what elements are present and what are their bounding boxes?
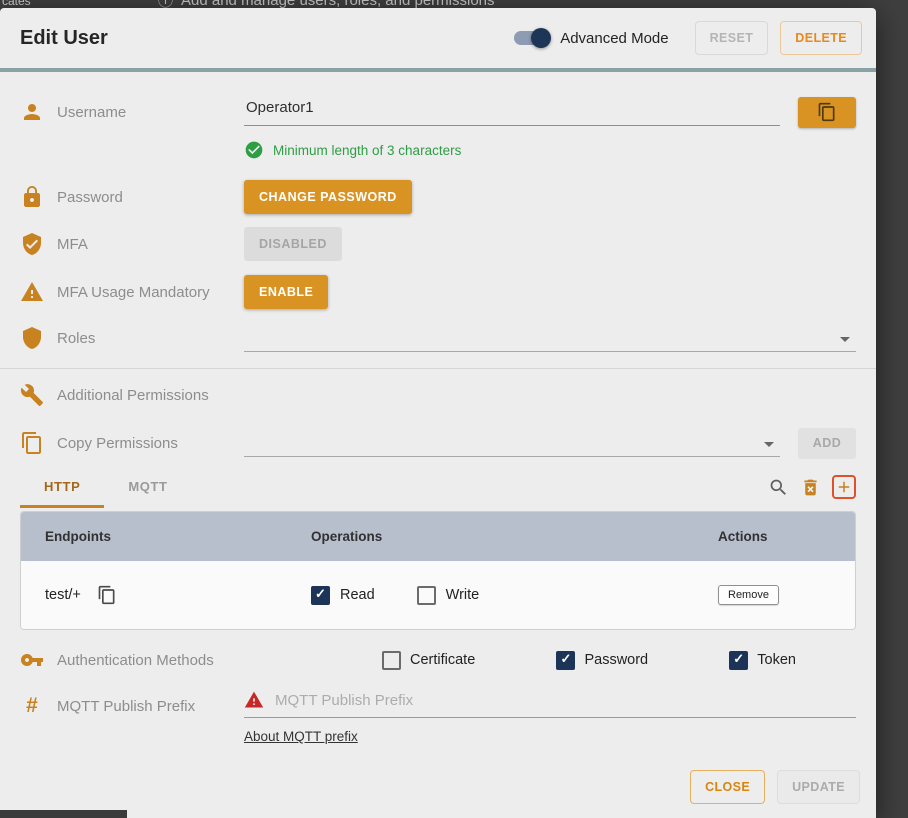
mfa-mandatory-row: MFA Usage Mandatory ENABLE bbox=[20, 276, 856, 308]
mqtt-prefix-input[interactable] bbox=[273, 691, 856, 710]
background-corner bbox=[0, 810, 127, 818]
endpoint-value: test/+ bbox=[45, 587, 81, 603]
username-input[interactable] bbox=[244, 99, 780, 126]
section-divider bbox=[0, 368, 876, 369]
copy-permissions-label: Copy Permissions bbox=[57, 435, 178, 452]
chevron-down-icon bbox=[764, 442, 774, 447]
remove-endpoint-button[interactable]: Remove bbox=[718, 585, 779, 605]
password-row: Password CHANGE PASSWORD bbox=[20, 180, 856, 214]
additional-permissions-row: Additional Permissions bbox=[20, 381, 856, 409]
additional-permissions-label: Additional Permissions bbox=[57, 387, 209, 404]
delete-permissions-button[interactable] bbox=[800, 477, 821, 498]
add-permission-button: ADD bbox=[798, 428, 856, 459]
operations-column-header: Operations bbox=[311, 529, 718, 544]
hash-icon: # bbox=[20, 694, 44, 718]
about-mqtt-prefix-link[interactable]: About MQTT prefix bbox=[244, 729, 358, 744]
username-validation-text: Minimum length of 3 characters bbox=[273, 143, 461, 158]
write-label: Write bbox=[446, 587, 480, 603]
warning-icon bbox=[20, 280, 44, 304]
search-permissions-button[interactable] bbox=[768, 477, 789, 498]
mfa-mandatory-label: MFA Usage Mandatory bbox=[57, 284, 210, 301]
certificate-checkbox[interactable] bbox=[382, 651, 401, 670]
username-validation-row: Minimum length of 3 characters bbox=[20, 140, 856, 160]
lock-icon bbox=[20, 185, 44, 209]
dialog-title: Edit User bbox=[20, 27, 108, 50]
mfa-row: MFA DISABLED bbox=[20, 228, 856, 260]
copy-username-button[interactable] bbox=[798, 97, 856, 128]
check-circle-icon bbox=[244, 140, 264, 160]
wrench-icon bbox=[20, 383, 44, 407]
roles-select[interactable] bbox=[244, 325, 856, 352]
password-label: Password bbox=[57, 189, 123, 206]
mfa-enable-button[interactable]: ENABLE bbox=[244, 275, 328, 309]
advanced-mode-label: Advanced Mode bbox=[560, 30, 668, 47]
table-row: test/+ Read Write Remove bbox=[21, 561, 855, 629]
table-header-row: Endpoints Operations Actions bbox=[21, 512, 855, 561]
write-checkbox[interactable] bbox=[417, 586, 436, 605]
endpoints-column-header: Endpoints bbox=[21, 529, 311, 544]
actions-column-header: Actions bbox=[718, 529, 855, 544]
copy-permissions-row: Copy Permissions ADD bbox=[20, 427, 856, 459]
endpoints-table: Endpoints Operations Actions test/+ Read… bbox=[20, 511, 856, 630]
info-icon: ⓘ bbox=[158, 0, 173, 8]
roles-label: Roles bbox=[57, 330, 95, 347]
tab-http[interactable]: HTTP bbox=[20, 467, 104, 508]
plus-icon bbox=[835, 478, 853, 496]
person-icon bbox=[20, 100, 44, 124]
permissions-tabs: HTTP MQTT bbox=[20, 467, 856, 507]
background-subtitle: ⓘ Add and manage users, roles, and permi… bbox=[158, 0, 495, 8]
password-method-label: Password bbox=[584, 652, 648, 668]
token-checkbox[interactable] bbox=[729, 651, 748, 670]
dialog-footer: CLOSE UPDATE bbox=[0, 756, 876, 818]
background-partial-text: cates bbox=[2, 0, 31, 8]
change-password-button[interactable]: CHANGE PASSWORD bbox=[244, 180, 412, 214]
roles-row: Roles bbox=[20, 324, 856, 352]
search-icon bbox=[768, 477, 789, 498]
read-label: Read bbox=[340, 587, 375, 603]
edit-user-dialog: Edit User Advanced Mode RESET DELETE Use… bbox=[0, 8, 876, 818]
tab-mqtt[interactable]: MQTT bbox=[104, 467, 191, 508]
read-checkbox[interactable] bbox=[311, 586, 330, 605]
trash-icon bbox=[800, 477, 821, 498]
copy-permissions-select[interactable] bbox=[244, 430, 780, 457]
mfa-status-button: DISABLED bbox=[244, 227, 342, 261]
copy-endpoint-icon[interactable] bbox=[97, 585, 117, 605]
background-overlay-strip: cates ⓘ Add and manage users, roles, and… bbox=[0, 0, 908, 8]
token-label: Token bbox=[757, 652, 796, 668]
reset-button[interactable]: RESET bbox=[695, 21, 769, 55]
delete-button[interactable]: DELETE bbox=[780, 21, 862, 55]
mqtt-prefix-label: MQTT Publish Prefix bbox=[57, 698, 195, 715]
chevron-down-icon bbox=[840, 337, 850, 342]
close-button[interactable]: CLOSE bbox=[690, 770, 765, 804]
dialog-header: Edit User Advanced Mode RESET DELETE bbox=[0, 8, 876, 68]
certificate-label: Certificate bbox=[410, 652, 475, 668]
copy-icon bbox=[817, 102, 837, 122]
auth-methods-label: Authentication Methods bbox=[57, 652, 214, 669]
mqtt-prefix-row: # MQTT Publish Prefix About MQTT prefix bbox=[20, 690, 856, 744]
password-checkbox[interactable] bbox=[556, 651, 575, 670]
key-icon bbox=[20, 648, 44, 672]
copy-permissions-icon bbox=[20, 431, 44, 455]
shield-check-icon bbox=[20, 232, 44, 256]
error-warning-icon bbox=[244, 690, 264, 710]
advanced-mode-toggle[interactable] bbox=[514, 31, 548, 45]
dialog-body: Username Minimum length of 3 characters … bbox=[0, 72, 876, 756]
shield-icon bbox=[20, 326, 44, 350]
add-endpoint-button[interactable] bbox=[832, 475, 856, 499]
username-label: Username bbox=[57, 104, 126, 121]
update-button: UPDATE bbox=[777, 770, 860, 804]
username-row: Username bbox=[20, 96, 856, 128]
mfa-label: MFA bbox=[57, 236, 88, 253]
toggle-thumb bbox=[531, 28, 551, 48]
auth-methods-row: Authentication Methods Certificate Passw… bbox=[20, 646, 856, 674]
